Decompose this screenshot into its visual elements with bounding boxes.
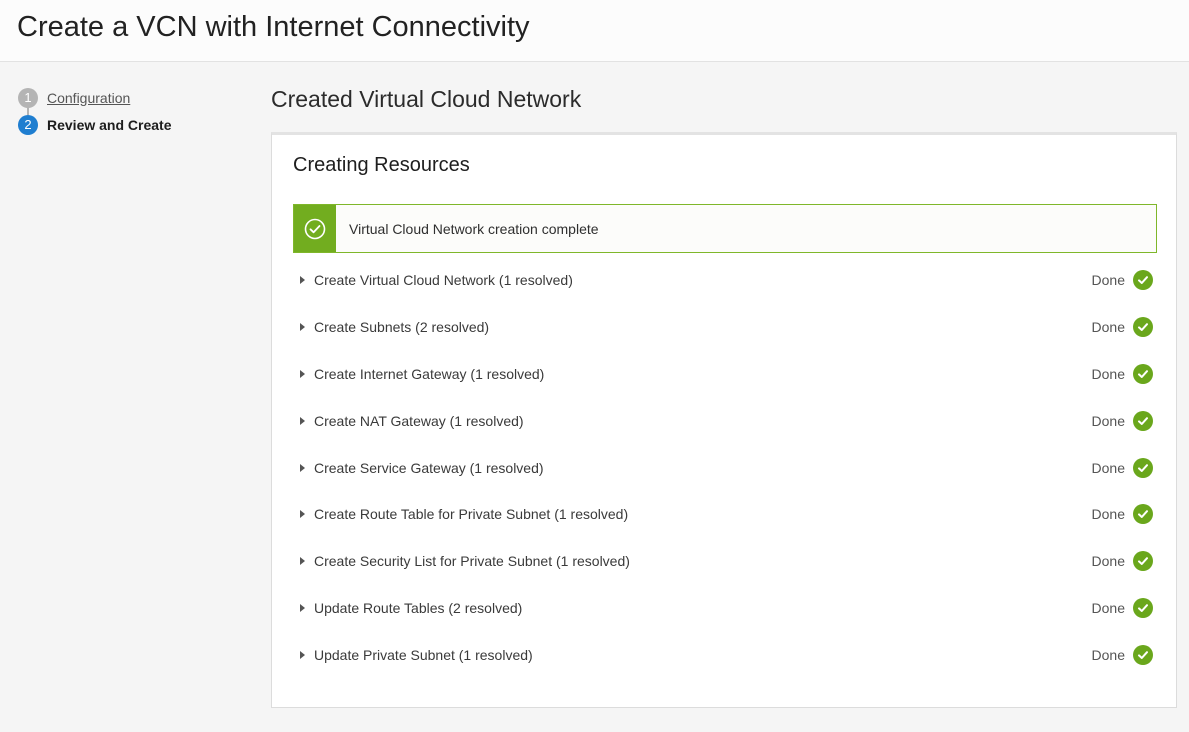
check-icon	[1133, 317, 1153, 338]
expand-caret-icon[interactable]	[300, 650, 305, 659]
status-text: Done	[1091, 553, 1125, 570]
check-circle-icon	[304, 218, 326, 239]
expand-caret-icon[interactable]	[300, 557, 305, 566]
status-text: Done	[1091, 412, 1125, 429]
alert-icon-box	[294, 205, 336, 252]
status: Done	[1091, 504, 1153, 525]
resource-row[interactable]: Create Internet Gateway (1 resolved) Done	[293, 351, 1157, 398]
resource-label: Create Security List for Private Subnet …	[314, 553, 630, 570]
alert-message: Virtual Cloud Network creation complete	[349, 220, 599, 237]
resource-row[interactable]: Update Route Tables (2 resolved) Done	[293, 585, 1157, 632]
resource-label: Create NAT Gateway (1 resolved)	[314, 412, 524, 429]
step-configuration-link[interactable]: Configuration	[47, 90, 130, 106]
expand-caret-icon[interactable]	[300, 323, 305, 332]
page-title: Create a VCN with Internet Connectivity	[17, 11, 530, 43]
check-icon	[1133, 644, 1153, 665]
status-text: Done	[1091, 459, 1125, 476]
check-icon	[1133, 504, 1153, 525]
check-icon	[1133, 270, 1153, 291]
step-review-label: Review and Create	[47, 116, 172, 133]
status: Done	[1091, 363, 1153, 384]
step-number: 2	[18, 114, 38, 135]
resource-row[interactable]: Update Private Subnet (1 resolved) Done	[293, 631, 1157, 678]
status: Done	[1091, 270, 1153, 291]
step-review-and-create: 2 Review and Create	[18, 111, 238, 138]
status: Done	[1091, 457, 1153, 478]
status-text: Done	[1091, 319, 1125, 336]
resource-row[interactable]: Create Virtual Cloud Network (1 resolved…	[293, 257, 1157, 304]
resource-row[interactable]: Create NAT Gateway (1 resolved) Done	[293, 397, 1157, 444]
status-text: Done	[1091, 365, 1125, 382]
status: Done	[1091, 597, 1153, 618]
check-icon	[1133, 597, 1153, 618]
check-icon	[1133, 457, 1153, 478]
wizard-steps: 1 Configuration 2 Review and Create	[18, 84, 238, 138]
resource-label: Create Virtual Cloud Network (1 resolved…	[314, 272, 573, 289]
check-icon	[1133, 551, 1153, 572]
expand-caret-icon[interactable]	[300, 416, 305, 425]
status: Done	[1091, 551, 1153, 572]
resource-label: Create Internet Gateway (1 resolved)	[314, 365, 545, 382]
status: Done	[1091, 644, 1153, 665]
step-configuration[interactable]: 1 Configuration	[18, 84, 238, 115]
expand-caret-icon[interactable]	[300, 276, 305, 285]
resource-list: Create Virtual Cloud Network (1 resolved…	[293, 257, 1157, 678]
section-title: Created Virtual Cloud Network	[271, 86, 582, 112]
status: Done	[1091, 410, 1153, 431]
status-text: Done	[1091, 646, 1125, 663]
resource-label: Create Route Table for Private Subnet (1…	[314, 506, 629, 523]
success-alert: Virtual Cloud Network creation complete	[293, 204, 1157, 253]
panel-title: Creating Resources	[293, 154, 470, 176]
resource-row[interactable]: Create Service Gateway (1 resolved) Done	[293, 444, 1157, 491]
resource-row[interactable]: Create Route Table for Private Subnet (1…	[293, 491, 1157, 538]
status-text: Done	[1091, 506, 1125, 523]
resource-label: Update Route Tables (2 resolved)	[314, 599, 523, 616]
resource-row[interactable]: Create Subnets (2 resolved) Done	[293, 304, 1157, 351]
expand-caret-icon[interactable]	[300, 603, 305, 612]
check-icon	[1133, 410, 1153, 431]
status-text: Done	[1091, 272, 1125, 289]
resource-label: Update Private Subnet (1 resolved)	[314, 646, 533, 663]
resource-label: Create Subnets (2 resolved)	[314, 319, 490, 336]
expand-caret-icon[interactable]	[300, 369, 305, 378]
status-text: Done	[1091, 599, 1125, 616]
page-header: Create a VCN with Internet Connectivity	[0, 0, 1189, 62]
resources-panel: Creating Resources Virtual Cloud Network…	[271, 132, 1177, 708]
resource-row[interactable]: Create Security List for Private Subnet …	[293, 538, 1157, 585]
expand-caret-icon[interactable]	[300, 463, 305, 472]
check-icon	[1133, 363, 1153, 384]
status: Done	[1091, 317, 1153, 338]
expand-caret-icon[interactable]	[300, 510, 305, 519]
resource-label: Create Service Gateway (1 resolved)	[314, 459, 544, 476]
